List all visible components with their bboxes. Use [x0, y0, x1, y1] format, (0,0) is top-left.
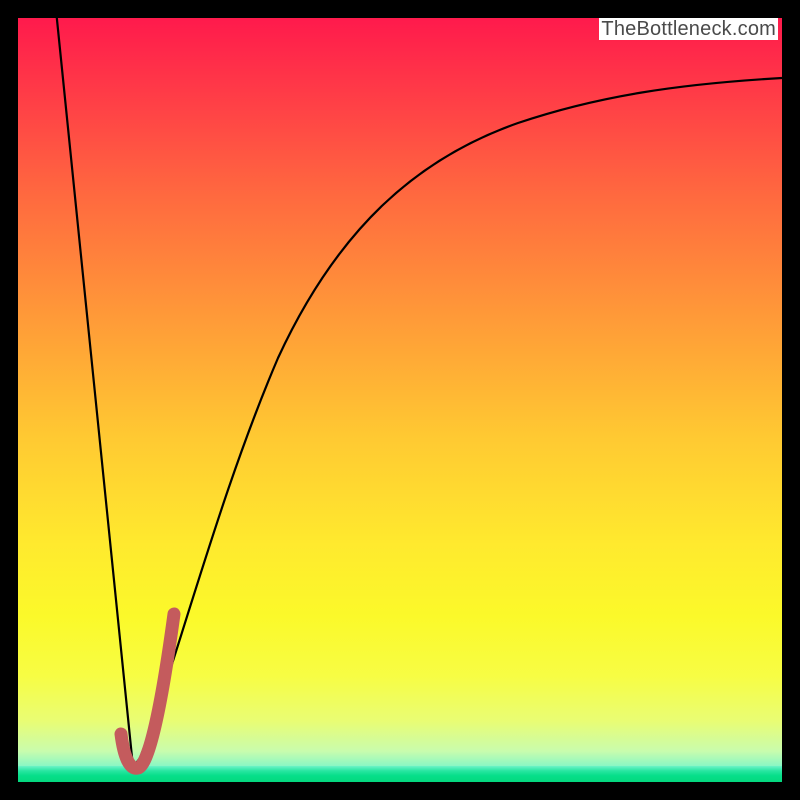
curve-accent-j — [121, 614, 174, 768]
chart-curves — [18, 18, 782, 782]
watermark-text: TheBottleneck.com — [599, 18, 778, 40]
chart-plot-area: TheBottleneck.com — [18, 18, 782, 782]
chart-frame: TheBottleneck.com — [0, 0, 800, 800]
watermark: TheBottleneck.com — [595, 18, 782, 40]
